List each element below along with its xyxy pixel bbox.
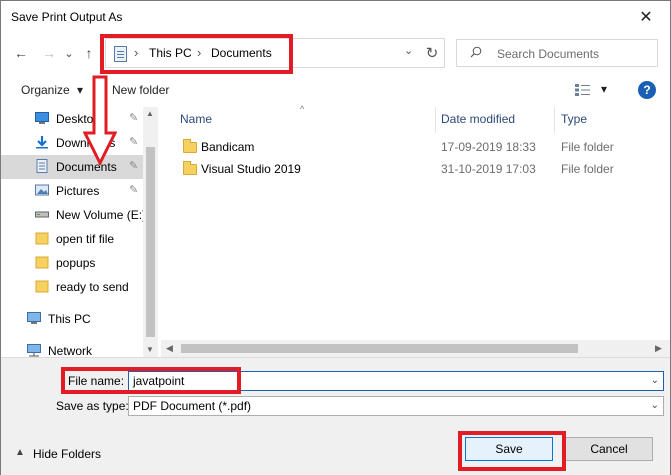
window-title: Save Print Output As bbox=[11, 10, 123, 24]
breadcrumb-this-pc[interactable]: This PC bbox=[149, 46, 192, 60]
breadcrumb-separator: › bbox=[197, 45, 202, 60]
file-name-value: javatpoint bbox=[133, 374, 185, 388]
column-header-type[interactable]: Type bbox=[561, 112, 587, 126]
sidebar-item-label: Network bbox=[48, 344, 93, 357]
sort-ascending-icon: ^ bbox=[300, 104, 305, 114]
breadcrumb-separator: › bbox=[134, 45, 139, 60]
folder-icon bbox=[183, 161, 197, 175]
search-icon bbox=[470, 46, 482, 58]
pin-icon: ✎ bbox=[129, 160, 139, 172]
pin-icon: ✎ bbox=[129, 136, 139, 148]
search-input[interactable]: Search Documents bbox=[456, 39, 658, 67]
file-type: File folder bbox=[561, 140, 614, 154]
view-options-icon[interactable] bbox=[574, 83, 594, 97]
chevron-up-icon: ▲ bbox=[15, 447, 25, 458]
sidebar-item-label: New Volume (E:) bbox=[56, 208, 147, 222]
chevron-down-icon: ⌄ bbox=[650, 400, 659, 411]
computer-icon bbox=[27, 312, 41, 324]
navigation-pane: Desktop ✎ Downloads ✎ Documents ✎ Pictur… bbox=[1, 107, 158, 357]
network-icon bbox=[27, 344, 41, 357]
desktop-icon bbox=[35, 112, 49, 124]
folder-icon bbox=[35, 232, 49, 245]
file-name-field[interactable]: javatpoint ⌄ bbox=[128, 371, 664, 391]
scrollbar-thumb[interactable] bbox=[181, 344, 578, 353]
back-button[interactable]: ← bbox=[11, 43, 31, 63]
organize-button[interactable]: Organize ▾ bbox=[21, 83, 83, 97]
refresh-button[interactable]: ↻ bbox=[422, 43, 442, 63]
sidebar-item-label: open tif file bbox=[56, 232, 115, 246]
chevron-down-icon[interactable]: ⌄ bbox=[404, 44, 413, 57]
pin-icon: ✎ bbox=[129, 184, 139, 196]
file-row-visual-studio-2019[interactable]: Visual Studio 2019 31-10-2019 17:03 File… bbox=[161, 159, 670, 181]
sidebar-item-desktop[interactable]: Desktop ✎ bbox=[1, 107, 143, 131]
save-type-label: Save as type: bbox=[56, 399, 129, 413]
scroll-down-arrow[interactable]: ▼ bbox=[146, 345, 154, 354]
column-header-name[interactable]: Name bbox=[180, 112, 212, 126]
column-header-date-modified[interactable]: Date modified bbox=[441, 112, 515, 126]
file-date: 17-09-2019 18:33 bbox=[441, 140, 536, 154]
column-divider[interactable] bbox=[435, 107, 436, 133]
annotation-arrow-icon bbox=[83, 75, 117, 165]
file-date: 31-10-2019 17:03 bbox=[441, 162, 536, 176]
sidebar-item-label: popups bbox=[56, 256, 96, 270]
forward-button[interactable]: → bbox=[39, 43, 59, 63]
sidebar-item-label: ready to send bbox=[56, 280, 129, 294]
save-dialog: Save Print Output As ✕ ← → ⌄ ↑ › This PC… bbox=[0, 0, 671, 475]
view-caret-button[interactable]: ▾ bbox=[601, 82, 607, 96]
save-form: File name: javatpoint ⌄ Save as type: PD… bbox=[1, 357, 670, 475]
folder-icon bbox=[35, 280, 49, 293]
hide-folders-label: Hide Folders bbox=[33, 447, 102, 461]
pictures-icon bbox=[35, 184, 49, 196]
title-bar: Save Print Output As ✕ bbox=[1, 1, 670, 33]
close-button[interactable]: ✕ bbox=[634, 5, 658, 29]
save-as-type-select[interactable]: PDF Document (*.pdf) ⌄ bbox=[128, 396, 664, 416]
documents-icon bbox=[114, 46, 127, 62]
scroll-right-arrow[interactable]: ▶ bbox=[655, 343, 662, 354]
sidebar-item-pictures[interactable]: Pictures ✎ bbox=[1, 179, 143, 203]
sidebar-item-this-pc[interactable]: This PC bbox=[1, 307, 143, 331]
file-list: ^ Name Date modified Type Bandicam 17-09… bbox=[161, 104, 670, 357]
search-placeholder: Search Documents bbox=[497, 47, 600, 61]
file-row-bandicam[interactable]: Bandicam 17-09-2019 18:33 File folder bbox=[161, 137, 670, 159]
file-name-label: File name: bbox=[68, 374, 125, 388]
recent-locations-button[interactable]: ⌄ bbox=[59, 43, 79, 63]
chevron-down-icon[interactable]: ⌄ bbox=[651, 375, 659, 386]
sidebar-item-documents[interactable]: Documents ✎ bbox=[1, 155, 143, 179]
file-type: File folder bbox=[561, 162, 614, 176]
sidebar-item-label: Pictures bbox=[56, 184, 100, 198]
scroll-left-arrow[interactable]: ◀ bbox=[166, 343, 173, 354]
up-button[interactable]: ↑ bbox=[79, 43, 99, 63]
file-name: Bandicam bbox=[201, 140, 255, 154]
scroll-up-arrow[interactable]: ▲ bbox=[146, 109, 154, 118]
new-folder-button[interactable]: New folder bbox=[112, 83, 169, 97]
save-button[interactable]: Save bbox=[465, 437, 553, 461]
scrollbar-thumb[interactable] bbox=[146, 147, 155, 337]
sidebar-item-popups[interactable]: popups bbox=[1, 251, 143, 275]
file-list-horizontal-scrollbar[interactable]: ◀ ▶ bbox=[161, 340, 670, 357]
sidebar-item-new-volume[interactable]: New Volume (E:) bbox=[1, 203, 147, 227]
address-bar[interactable]: › This PC › Documents ⌄ ↻ bbox=[105, 38, 445, 68]
drive-icon bbox=[35, 211, 49, 218]
folder-icon bbox=[183, 139, 197, 153]
documents-icon bbox=[36, 159, 48, 173]
sidebar-item-ready-to-send[interactable]: ready to send bbox=[1, 275, 143, 299]
folder-icon bbox=[35, 256, 49, 269]
sidebar-item-downloads[interactable]: Downloads ✎ bbox=[1, 131, 143, 155]
cancel-button[interactable]: Cancel bbox=[565, 437, 653, 461]
sidebar-item-label: This PC bbox=[48, 312, 91, 326]
breadcrumb-documents[interactable]: Documents bbox=[211, 46, 272, 60]
downloads-icon bbox=[36, 136, 48, 149]
sidebar-item-open-tif-file[interactable]: open tif file bbox=[1, 227, 143, 251]
sidebar-item-network[interactable]: Network bbox=[1, 339, 143, 357]
file-name: Visual Studio 2019 bbox=[201, 162, 301, 176]
navigation-row: ← → ⌄ ↑ › This PC › Documents ⌄ ↻ Search… bbox=[1, 33, 670, 73]
pin-icon: ✎ bbox=[129, 112, 139, 124]
column-divider[interactable] bbox=[554, 107, 555, 133]
save-type-value: PDF Document (*.pdf) bbox=[133, 399, 252, 413]
help-icon[interactable]: ? bbox=[638, 81, 656, 99]
navigation-pane-scrollbar[interactable]: ▲ ▼ bbox=[143, 107, 158, 357]
organize-label: Organize bbox=[21, 83, 70, 97]
